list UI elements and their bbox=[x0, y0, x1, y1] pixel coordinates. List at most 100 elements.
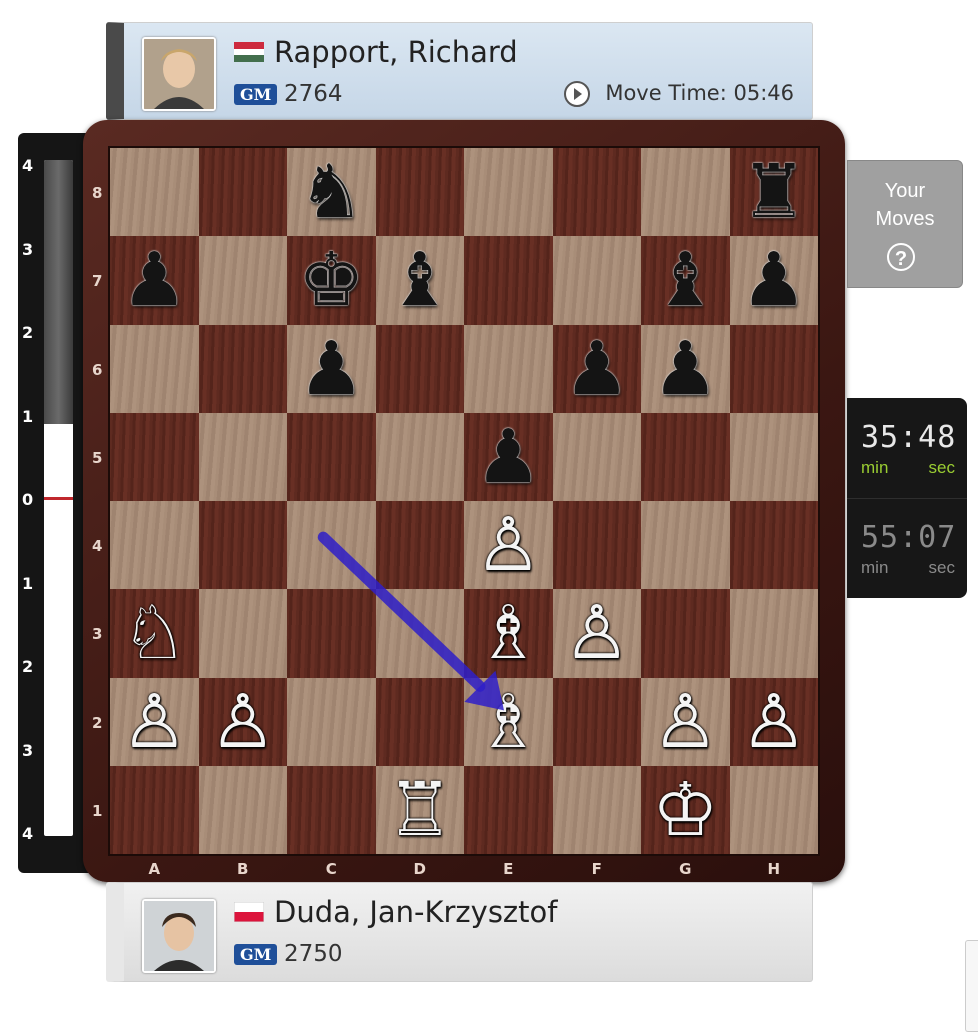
square-e1[interactable] bbox=[464, 765, 553, 854]
square-f6[interactable]: ♟ bbox=[552, 324, 642, 413]
square-g3[interactable] bbox=[641, 589, 730, 678]
white-pawn-icon[interactable]: ♙ bbox=[553, 589, 642, 677]
square-g8[interactable] bbox=[641, 148, 730, 237]
bottom-player-avatar[interactable] bbox=[142, 899, 216, 973]
square-c5[interactable] bbox=[287, 412, 376, 501]
square-f3[interactable]: ♙ bbox=[552, 589, 642, 678]
square-h7[interactable]: ♟ bbox=[729, 236, 819, 325]
square-h8[interactable]: ♜ bbox=[729, 148, 819, 237]
bottom-player-name[interactable]: Duda, Jan-Krzysztof bbox=[274, 895, 557, 929]
black-pawn-icon[interactable]: ♟ bbox=[287, 325, 376, 413]
square-b4[interactable] bbox=[198, 501, 287, 590]
file-label: E bbox=[503, 860, 514, 878]
square-b3[interactable] bbox=[198, 589, 287, 678]
top-player-panel: Rapport, Richard GM 2764 Move Time: 05:4… bbox=[106, 22, 813, 120]
square-g2[interactable]: ♙ bbox=[641, 677, 730, 766]
square-h6[interactable] bbox=[729, 324, 818, 413]
square-d7[interactable]: ♝ bbox=[375, 236, 465, 325]
black-knight-icon[interactable]: ♞ bbox=[287, 148, 376, 236]
square-b5[interactable] bbox=[198, 412, 287, 501]
square-d6[interactable] bbox=[375, 324, 464, 413]
evaluation-tick-label: 4 bbox=[22, 156, 34, 175]
square-b1[interactable] bbox=[198, 765, 287, 854]
square-d1[interactable]: ♖ bbox=[375, 765, 465, 854]
square-h5[interactable] bbox=[729, 412, 818, 501]
top-player-name[interactable]: Rapport, Richard bbox=[274, 35, 518, 69]
black-rook-icon[interactable]: ♜ bbox=[730, 148, 819, 236]
square-a6[interactable] bbox=[110, 324, 199, 413]
square-g7[interactable]: ♝ bbox=[641, 236, 730, 325]
square-g4[interactable] bbox=[641, 501, 730, 590]
square-e5[interactable]: ♟ bbox=[464, 412, 553, 501]
square-g6[interactable]: ♟ bbox=[641, 324, 730, 413]
square-a5[interactable] bbox=[110, 412, 199, 501]
square-a8[interactable] bbox=[110, 148, 199, 237]
square-d4[interactable] bbox=[375, 501, 464, 590]
square-a7[interactable]: ♟ bbox=[110, 236, 199, 325]
square-f7[interactable] bbox=[552, 236, 641, 325]
black-bishop-icon[interactable]: ♝ bbox=[641, 236, 730, 324]
square-a2[interactable]: ♙ bbox=[110, 677, 199, 766]
top-player-avatar[interactable] bbox=[142, 37, 216, 111]
square-e4[interactable]: ♙ bbox=[464, 501, 553, 590]
white-pawn-icon[interactable]: ♙ bbox=[641, 678, 730, 766]
square-a4[interactable] bbox=[110, 501, 199, 590]
white-bishop-icon[interactable]: ♗ bbox=[464, 589, 553, 677]
square-b8[interactable] bbox=[198, 148, 287, 237]
square-a3[interactable]: ♘ bbox=[110, 589, 199, 678]
square-c7[interactable]: ♚ bbox=[287, 236, 376, 325]
black-king-icon[interactable]: ♚ bbox=[287, 236, 376, 324]
square-c6[interactable]: ♟ bbox=[287, 324, 376, 413]
white-bishop-icon[interactable]: ♗ bbox=[464, 678, 553, 766]
square-f5[interactable] bbox=[552, 412, 641, 501]
help-icon[interactable]: ? bbox=[887, 243, 915, 271]
square-c2[interactable] bbox=[287, 677, 376, 766]
white-king-icon[interactable]: ♔ bbox=[641, 766, 730, 854]
white-pawn-icon[interactable]: ♙ bbox=[730, 678, 819, 766]
square-b2[interactable]: ♙ bbox=[198, 677, 288, 766]
white-knight-icon[interactable]: ♘ bbox=[110, 589, 199, 677]
black-bishop-icon[interactable]: ♝ bbox=[376, 236, 465, 324]
square-f1[interactable] bbox=[552, 765, 641, 854]
square-f4[interactable] bbox=[552, 501, 641, 590]
your-moves-button[interactable]: Your Moves ? bbox=[847, 160, 963, 288]
square-h2[interactable]: ♙ bbox=[729, 677, 819, 766]
black-pawn-icon[interactable]: ♟ bbox=[641, 325, 730, 413]
square-c3[interactable] bbox=[287, 589, 376, 678]
square-e6[interactable] bbox=[464, 324, 553, 413]
square-f8[interactable] bbox=[552, 148, 641, 237]
square-h3[interactable] bbox=[729, 589, 818, 678]
square-e7[interactable] bbox=[464, 236, 553, 325]
square-f2[interactable] bbox=[552, 677, 641, 766]
white-rook-icon[interactable]: ♖ bbox=[376, 766, 465, 854]
side-panel-edge bbox=[965, 940, 978, 1032]
square-b6[interactable] bbox=[198, 324, 287, 413]
square-c8[interactable]: ♞ bbox=[287, 148, 376, 237]
move-time-label: Move Time: 05:46 bbox=[605, 81, 794, 105]
white-pawn-icon[interactable]: ♙ bbox=[199, 678, 288, 766]
black-pawn-icon[interactable]: ♟ bbox=[464, 413, 553, 501]
white-pawn-icon[interactable]: ♙ bbox=[110, 678, 199, 766]
square-b7[interactable] bbox=[198, 236, 287, 325]
square-a1[interactable] bbox=[110, 765, 199, 854]
white-pawn-icon[interactable]: ♙ bbox=[464, 501, 553, 589]
top-clock-units: min sec bbox=[861, 458, 955, 478]
chess-board[interactable]: ♞ ♜ ♟ ♚ ♝ ♝ ♟ ♟ ♟ ♟ ♟ ♙ ♘ ♗ ♙ ♙ ♙ ♗ ♙ ♙ ♖ ♔ bbox=[110, 148, 818, 854]
square-c4[interactable] bbox=[287, 501, 376, 590]
square-d8[interactable] bbox=[375, 148, 464, 237]
square-d5[interactable] bbox=[375, 412, 464, 501]
square-d3[interactable] bbox=[375, 589, 464, 678]
square-e3[interactable]: ♗ bbox=[464, 589, 553, 678]
square-e2[interactable]: ♗ bbox=[464, 677, 553, 766]
black-pawn-icon[interactable]: ♟ bbox=[730, 236, 819, 324]
square-c1[interactable] bbox=[287, 765, 376, 854]
black-pawn-icon[interactable]: ♟ bbox=[110, 236, 199, 324]
square-h4[interactable] bbox=[729, 501, 818, 590]
square-h1[interactable] bbox=[729, 765, 818, 854]
black-pawn-icon[interactable]: ♟ bbox=[553, 325, 642, 413]
square-e8[interactable] bbox=[464, 148, 553, 237]
square-d2[interactable] bbox=[375, 677, 464, 766]
file-label: C bbox=[325, 860, 337, 878]
square-g1[interactable]: ♔ bbox=[641, 765, 730, 854]
square-g5[interactable] bbox=[641, 412, 730, 501]
